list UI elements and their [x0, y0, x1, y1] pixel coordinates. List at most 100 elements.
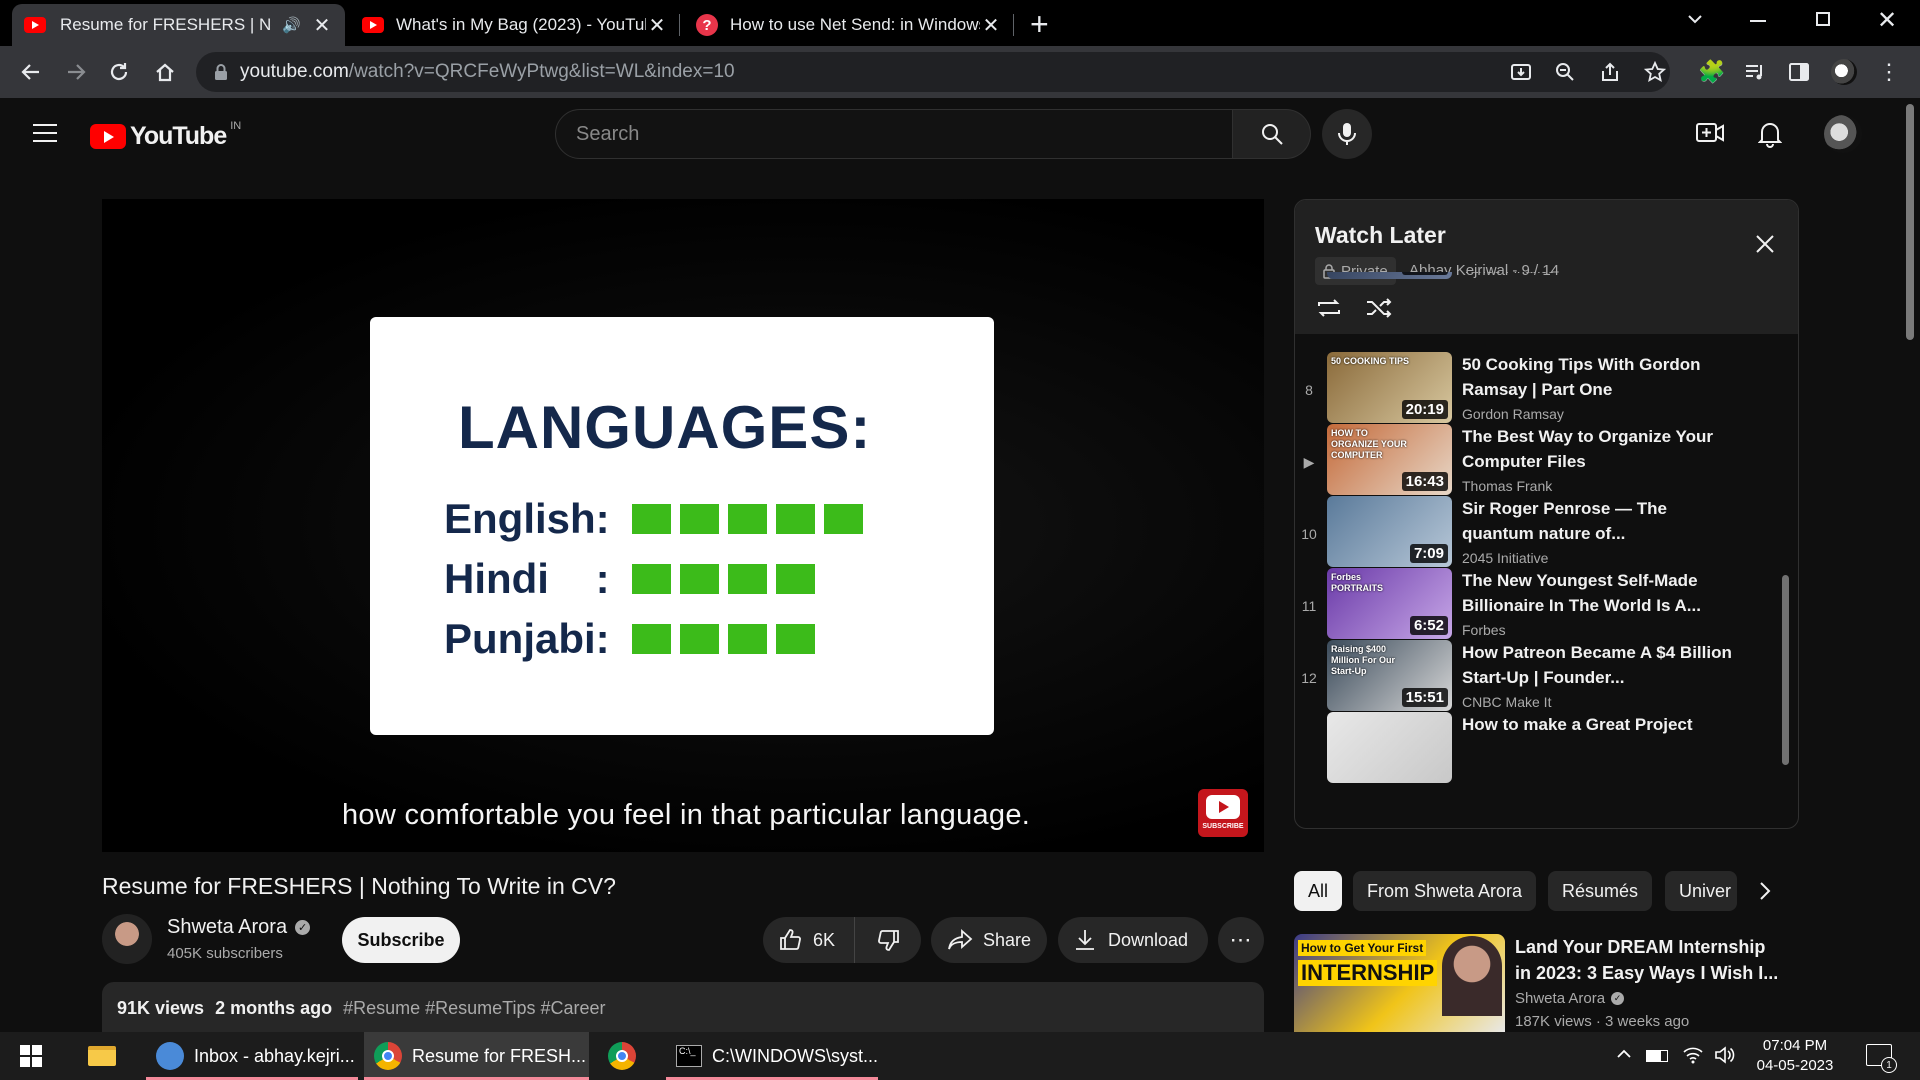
- close-tab-icon[interactable]: ✕: [646, 14, 668, 37]
- share-label: Share: [983, 929, 1032, 950]
- recommendation-title[interactable]: Land Your DREAM Internship in 2023: 3 Ea…: [1515, 934, 1785, 986]
- subscribe-watermark[interactable]: SUBSCRIBE: [1198, 789, 1248, 837]
- tray-overflow-icon[interactable]: [1616, 1048, 1632, 1060]
- extensions-icon[interactable]: 🧩: [1697, 57, 1727, 87]
- new-tab-button[interactable]: +: [1030, 6, 1049, 43]
- youtube-logo[interactable]: YouTube IN: [90, 120, 241, 151]
- share-button[interactable]: Share: [931, 917, 1047, 963]
- speaker-icon[interactable]: 🔊: [282, 16, 301, 34]
- search-input[interactable]: Search: [555, 109, 1233, 159]
- download-button[interactable]: Download: [1058, 917, 1208, 963]
- taskbar-outlook[interactable]: Inbox - abhay.kejri...: [146, 1032, 358, 1080]
- file-explorer-button[interactable]: [78, 1032, 130, 1080]
- page-scrollbar[interactable]: [1906, 104, 1914, 340]
- watch-later-header: Watch Later Private Abhay Kejriwal - 9 /…: [1295, 200, 1798, 334]
- view-count: 91K views: [117, 998, 205, 1018]
- zoom-icon[interactable]: [1550, 57, 1580, 87]
- download-label: Download: [1108, 929, 1189, 950]
- tab-search-icon[interactable]: [1684, 8, 1706, 30]
- close-window-icon[interactable]: ✕: [1877, 6, 1897, 35]
- media-control-icon[interactable]: [1740, 57, 1770, 87]
- close-tab-icon[interactable]: ✕: [311, 14, 333, 37]
- create-video-icon[interactable]: [1696, 120, 1724, 146]
- chip-resumes[interactable]: Résumés: [1548, 871, 1653, 911]
- level-block: [776, 624, 815, 654]
- playlist-item-title: The Best Way to Organize Your Computer F…: [1462, 427, 1713, 471]
- start-button[interactable]: [10, 1032, 58, 1080]
- forward-icon[interactable]: [61, 57, 91, 87]
- account-avatar[interactable]: [1824, 115, 1862, 153]
- taskbar-cmd[interactable]: C:\_ C:\WINDOWS\syst...: [666, 1032, 878, 1080]
- volume-icon[interactable]: [1714, 1045, 1736, 1065]
- playlist-thumbnail[interactable]: 7:09: [1327, 496, 1452, 567]
- taskbar-chrome[interactable]: [598, 1032, 650, 1080]
- question-favicon-icon: ?: [696, 14, 718, 36]
- wifi-icon[interactable]: [1682, 1044, 1704, 1064]
- voice-search-button[interactable]: [1322, 109, 1372, 159]
- profile-avatar-icon[interactable]: [1829, 57, 1859, 87]
- video-player[interactable]: LANGUAGES: English: Hindi : Punjabi: how…: [102, 199, 1264, 852]
- hamburger-menu-icon[interactable]: [33, 123, 57, 143]
- loop-playlist-icon[interactable]: [1315, 296, 1343, 320]
- reload-icon[interactable]: [104, 57, 134, 87]
- chip-all[interactable]: All: [1294, 871, 1343, 911]
- home-icon[interactable]: [150, 57, 180, 87]
- chip-from-channel[interactable]: From Shweta Arora: [1353, 871, 1537, 911]
- taskbar-chrome-active[interactable]: Resume for FRESH...: [364, 1032, 589, 1080]
- like-dislike-group: 6K: [763, 917, 921, 963]
- playlist-item[interactable]: How to make a Great Project: [1295, 712, 1798, 796]
- dislike-button[interactable]: [855, 917, 921, 963]
- restore-icon[interactable]: [1816, 12, 1830, 26]
- playlist-thumbnail[interactable]: HOW TO ORGANIZE YOUR COMPUTER 16:43: [1327, 424, 1452, 495]
- tab-whats-in-my-bag[interactable]: What's in My Bag (2023) - YouTube ✕: [350, 4, 680, 46]
- notifications-bell-icon[interactable]: [1758, 120, 1782, 148]
- like-button[interactable]: 6K: [763, 917, 855, 963]
- language-row-punjabi: Punjabi:: [444, 615, 824, 663]
- description-box[interactable]: 91K views 2 months ago #Resume #ResumeTi…: [102, 982, 1264, 1032]
- playlist-thumbnail[interactable]: [1327, 712, 1452, 783]
- side-panel-icon[interactable]: [1784, 57, 1814, 87]
- playlist-scrollbar[interactable]: [1782, 575, 1789, 765]
- download-icon: [1076, 930, 1094, 950]
- more-actions-button[interactable]: ⋯: [1218, 917, 1264, 963]
- playlist-thumbnail[interactable]: Raising $400 Million For Our Start-Up 15:…: [1327, 640, 1452, 711]
- minimize-icon[interactable]: [1750, 20, 1766, 22]
- shuffle-icon[interactable]: [1365, 296, 1393, 320]
- hashtags[interactable]: #Resume #ResumeTips #Career: [343, 998, 605, 1018]
- channel-avatar[interactable]: [102, 914, 152, 964]
- search-button[interactable]: [1233, 109, 1311, 159]
- subscribe-button[interactable]: Subscribe: [342, 917, 460, 963]
- lock-icon[interactable]: [214, 63, 228, 81]
- language-row-hindi: Hindi :: [444, 555, 824, 603]
- channel-name-text: Shweta Arora: [167, 916, 288, 938]
- install-app-icon[interactable]: [1506, 57, 1536, 87]
- share-page-icon[interactable]: [1595, 57, 1625, 87]
- watermark-label: SUBSCRIBE: [1202, 823, 1244, 830]
- chips-next-chevron-icon[interactable]: [1758, 880, 1772, 902]
- playlist-item-title: 50 Cooking Tips With Gordon Ramsay | Par…: [1462, 355, 1701, 399]
- bookmark-star-icon[interactable]: [1640, 57, 1670, 87]
- back-icon[interactable]: [16, 57, 46, 87]
- playlist-item-title: How Patreon Became A $4 Billion Start-Up…: [1462, 643, 1732, 687]
- microphone-icon: [1338, 123, 1356, 145]
- system-clock[interactable]: 07:04 PM 04-05-2023: [1740, 1036, 1850, 1076]
- tab-resume[interactable]: Resume for FRESHERS | Nothing To Write i…: [12, 4, 345, 46]
- thumbs-down-icon: [878, 930, 899, 951]
- recommendation-channel[interactable]: Shweta Arora ✓: [1515, 990, 1625, 1007]
- chrome-menu-icon[interactable]: ⋮: [1874, 57, 1904, 87]
- cmd-label: C:\WINDOWS\syst...: [712, 1045, 878, 1066]
- close-tab-icon[interactable]: ✕: [980, 14, 1002, 37]
- recommendation-thumbnail[interactable]: How to Get Your First INTERNSHIP: [1294, 934, 1505, 1032]
- tab-net-send[interactable]: ? How to use Net Send: in Windows ✕: [684, 4, 1014, 46]
- chip-universities[interactable]: Univer: [1665, 871, 1737, 911]
- playlist-title[interactable]: Watch Later: [1315, 222, 1446, 249]
- playlist-thumbnail[interactable]: Forbes PORTRAITS 6:52: [1327, 568, 1452, 639]
- address-bar[interactable]: youtube.com/watch?v=QRCFeWyPtwg&list=WL&…: [196, 52, 1670, 92]
- youtube-masthead: YouTube IN Search: [0, 98, 1920, 170]
- battery-icon[interactable]: [1646, 1050, 1668, 1062]
- channel-name[interactable]: Shweta Arora ✓: [167, 916, 311, 939]
- action-center-icon[interactable]: 1: [1866, 1044, 1897, 1073]
- playlist-thumbnail[interactable]: 50 COOKING TIPS 20:19: [1327, 352, 1452, 423]
- close-panel-icon[interactable]: [1755, 234, 1775, 254]
- tab-title: How to use Net Send: in Windows: [730, 15, 980, 34]
